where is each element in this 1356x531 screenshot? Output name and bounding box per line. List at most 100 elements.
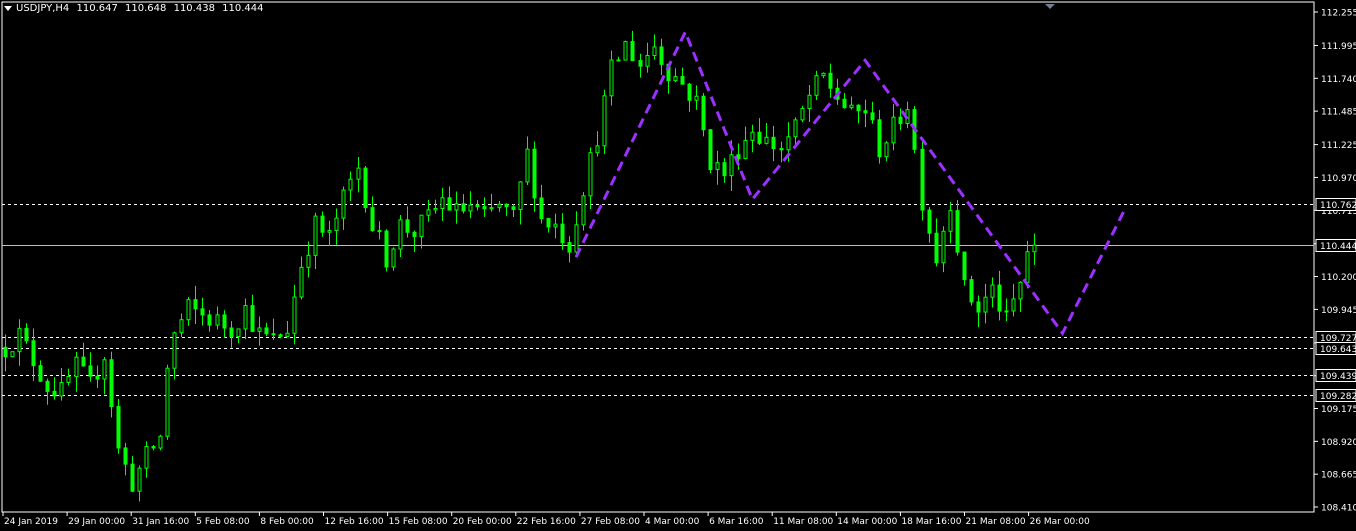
candle-body — [976, 301, 981, 313]
candle-body — [701, 95, 706, 131]
candle-body — [581, 195, 586, 226]
candle-body — [856, 104, 861, 112]
candle-body — [757, 131, 762, 144]
candle-body — [962, 251, 967, 281]
candle-body — [588, 152, 593, 197]
candle-body — [722, 162, 727, 177]
candle-body — [983, 296, 988, 313]
candle-body — [31, 340, 36, 367]
candle-body — [363, 167, 368, 209]
candle-body — [574, 224, 579, 253]
y-tick-label: 111.740 — [1321, 75, 1356, 85]
candle-body — [299, 266, 304, 298]
x-tick-label: 14 Mar 00:00 — [837, 517, 897, 527]
candle-body — [377, 230, 382, 233]
candle-body — [52, 390, 57, 397]
x-tick-label: 8 Feb 00:00 — [260, 517, 314, 527]
candle-body — [38, 365, 43, 382]
candle-body — [447, 197, 452, 211]
candle-body — [997, 284, 1002, 312]
candle-body — [863, 110, 868, 114]
candle-body — [306, 254, 311, 268]
price-level-label: 109.439 — [1320, 372, 1356, 382]
candle-body — [250, 305, 255, 332]
candle-body — [1004, 310, 1009, 313]
x-tick-label: 5 Feb 08:00 — [196, 517, 250, 527]
candle-body — [398, 219, 403, 250]
candle-body — [793, 119, 798, 138]
candle-body — [673, 76, 678, 82]
price-chart[interactable]: 112.255 111.995 111.740 111.485 111.225 110.9… — [0, 0, 1356, 531]
candle-body — [553, 223, 558, 228]
chart-header: USDJPY,H4 110.647 110.648 110.438 110.44… — [4, 3, 267, 14]
candle-body — [179, 319, 184, 334]
x-tick-label: 12 Feb 16:00 — [325, 517, 384, 527]
menu-triangle-icon[interactable] — [4, 5, 12, 11]
candle-body — [10, 351, 15, 358]
candle-body — [934, 232, 939, 264]
candle-body — [45, 380, 50, 392]
price-axis: 112.255 111.995 111.740 111.485 111.225 110.9… — [1314, 9, 1356, 514]
candle-body — [715, 162, 720, 171]
candle-body — [687, 83, 692, 101]
candle-body — [800, 107, 805, 121]
candle-body — [659, 46, 664, 65]
candle-body — [412, 231, 417, 238]
candle-body — [955, 210, 960, 253]
candle-body — [884, 142, 889, 158]
y-tick-label: 112.255 — [1321, 9, 1356, 19]
x-tick-label: 24 Jan 2019 — [4, 517, 58, 527]
candle-body — [1018, 281, 1023, 300]
candle-body — [645, 55, 650, 67]
candle-body — [426, 209, 431, 216]
y-tick-label: 110.970 — [1321, 174, 1356, 184]
candle-body — [158, 435, 163, 449]
x-tick-label: 27 Feb 08:00 — [581, 517, 640, 527]
x-tick-label: 18 Mar 16:00 — [901, 517, 961, 527]
y-tick-label: 109.945 — [1321, 306, 1356, 316]
x-tick-label: 26 Mar 00:00 — [1030, 517, 1090, 527]
candle-body — [511, 206, 516, 211]
candle-body — [207, 314, 212, 326]
candle-body — [236, 328, 241, 337]
candle-body — [229, 327, 234, 337]
candle-body — [652, 46, 657, 57]
candle-body — [990, 284, 995, 298]
candle-body — [475, 204, 480, 208]
x-tick-label: 15 Feb 08:00 — [389, 517, 448, 527]
candle-body — [764, 136, 769, 144]
close-value: 110.444 — [222, 3, 264, 14]
candle-body — [370, 207, 375, 232]
candle-body — [66, 376, 71, 383]
candle-body — [518, 181, 523, 211]
candle-body — [151, 446, 156, 449]
candle-body — [341, 189, 346, 219]
candle-body — [278, 334, 283, 337]
candle-body — [680, 76, 685, 85]
candle-body — [525, 148, 530, 183]
candle-body — [384, 230, 389, 268]
candle-body — [567, 242, 572, 253]
y-tick-label: 108.665 — [1321, 471, 1356, 481]
candle-body — [3, 346, 8, 358]
candle-body — [320, 215, 325, 233]
candle-body — [356, 167, 361, 180]
y-tick-label: 109.175 — [1321, 405, 1356, 415]
candle-body — [849, 104, 854, 109]
y-tick-label: 108.920 — [1321, 438, 1356, 448]
candle-body — [454, 203, 459, 211]
candle-body — [313, 215, 318, 256]
candle-body — [327, 230, 332, 233]
candle-body — [102, 359, 107, 380]
price-level-label: 110.444 — [1320, 242, 1356, 252]
candle-body — [1025, 251, 1030, 283]
low-value: 110.438 — [173, 3, 215, 14]
x-tick-label: 4 Mar 00:00 — [645, 517, 700, 527]
candle-body — [560, 223, 565, 244]
candle-body — [807, 94, 812, 109]
candle-body — [497, 203, 502, 209]
candle-body — [257, 327, 262, 332]
candle-body — [433, 207, 438, 211]
candle-body — [1032, 244, 1037, 253]
candle-body — [116, 406, 121, 449]
